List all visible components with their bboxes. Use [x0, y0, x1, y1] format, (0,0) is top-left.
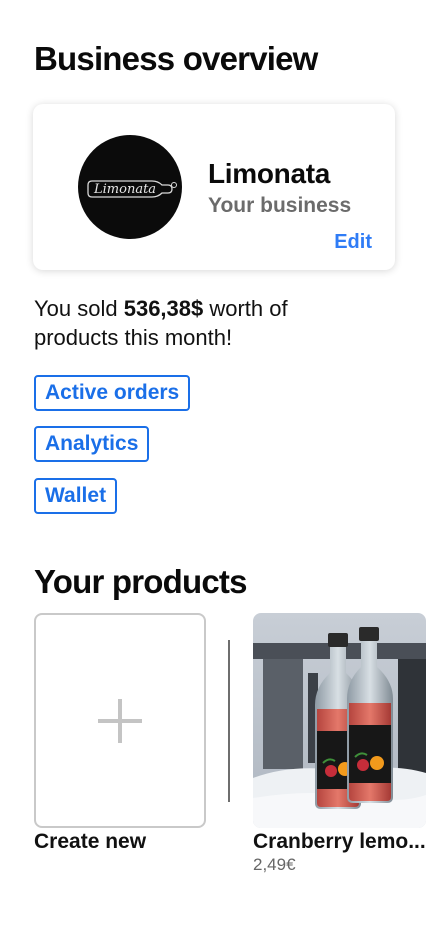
create-new-label[interactable]: Create new [34, 830, 146, 854]
business-card: Limonata Limonata Your business Edit [33, 104, 395, 270]
divider [228, 640, 230, 802]
product-photo [253, 613, 426, 828]
sales-amount: 536,38$ [123, 296, 204, 321]
business-logo: Limonata [78, 135, 182, 239]
wallet-button[interactable]: Wallet [34, 478, 118, 514]
products-title: Your products [34, 563, 247, 600]
sales-summary: You sold 536,38$ worth of products this … [34, 294, 364, 352]
product-price: 2,49€ [253, 855, 296, 874]
analytics-button[interactable]: Analytics [34, 426, 150, 462]
create-product-tile[interactable] [34, 613, 206, 828]
sales-prefix: You sold [34, 296, 124, 321]
business-page: Business overview Limonata Limonata Your… [0, 0, 428, 926]
product-card-image[interactable] [253, 613, 426, 828]
edit-business-button[interactable]: Edit [334, 231, 372, 254]
svg-text:Limonata: Limonata [93, 182, 156, 197]
limonata-logo-icon: Limonata [87, 180, 177, 198]
business-subtitle: Your business [208, 194, 352, 217]
product-name[interactable]: Cranberry lemo... [253, 830, 428, 854]
page-title: Business overview [34, 40, 318, 77]
plus-icon [98, 698, 142, 743]
active-orders-button[interactable]: Active orders [34, 375, 191, 411]
business-name: Limonata [208, 158, 331, 189]
